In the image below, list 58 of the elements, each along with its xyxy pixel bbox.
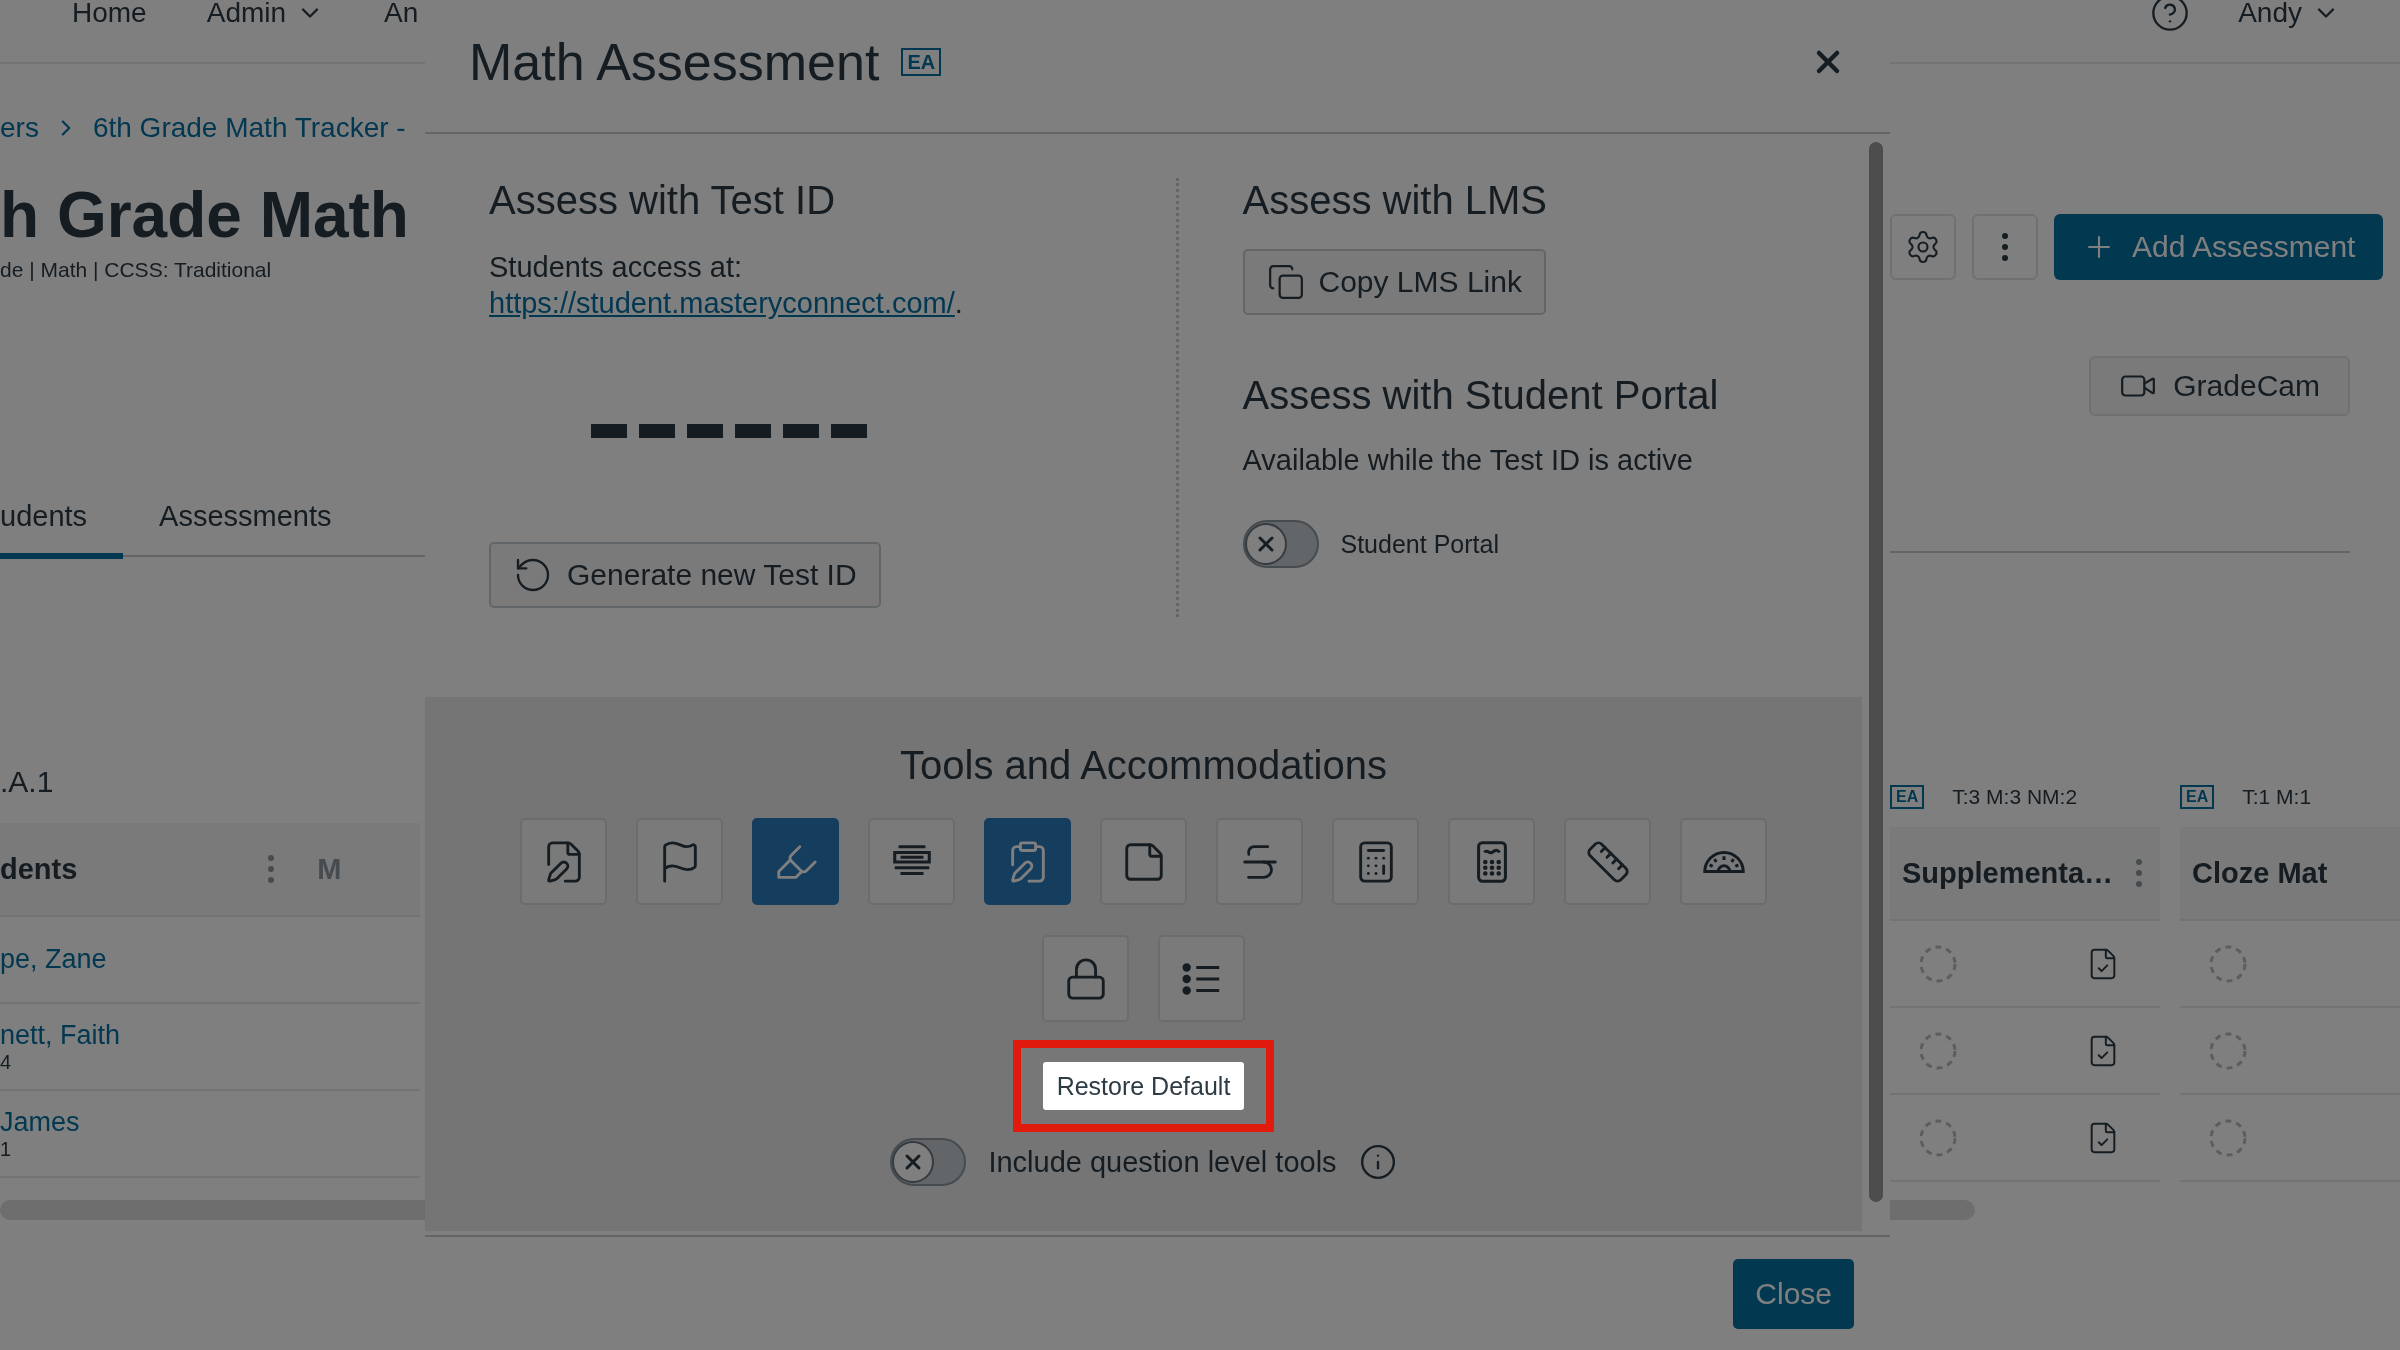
ea-badge: EA bbox=[1890, 785, 1925, 809]
score-counts: T:1 M:1 bbox=[2242, 785, 2312, 809]
access-text: Students access at: https://student.masteryconnect.com/. bbox=[489, 250, 964, 322]
nav-item[interactable]: An bbox=[384, 0, 419, 29]
ea-badge: EA bbox=[901, 48, 942, 76]
page-title: h Grade Math bbox=[0, 178, 409, 252]
empty-score-icon bbox=[2208, 1030, 2248, 1071]
settings-icon bbox=[1905, 229, 1941, 265]
add-assessment-button[interactable]: Add Assessment bbox=[2054, 214, 2384, 280]
copy-lms-link-button[interactable]: Copy LMS Link bbox=[1242, 249, 1546, 315]
student-name[interactable]: James bbox=[0, 1106, 420, 1138]
settings-button[interactable] bbox=[1890, 214, 1956, 280]
standard-code: .A.1 bbox=[0, 765, 55, 799]
score-counts: T:3 M:3 NM:2 bbox=[1952, 785, 2078, 809]
toggle-label: Student Portal bbox=[1340, 529, 1499, 559]
tab[interactable]: udents bbox=[0, 500, 124, 559]
student-link[interactable]: https://student.masteryconnect.com/ bbox=[489, 287, 955, 320]
vertical-scrollbar[interactable] bbox=[1869, 142, 1883, 1202]
empty-score-icon bbox=[1918, 943, 1958, 984]
modal-title: Math Assessment bbox=[469, 32, 880, 92]
student-portal-toggle[interactable] bbox=[1242, 520, 1319, 569]
section-heading: Assess with Student Portal bbox=[1242, 373, 1720, 418]
section-heading: Assess with LMS bbox=[1242, 178, 1549, 223]
close-button[interactable]: Close bbox=[1733, 1258, 1854, 1329]
column-header: dents bbox=[0, 852, 78, 886]
student-name[interactable]: nett, Faith bbox=[0, 1019, 420, 1051]
nav-item[interactable]: Home bbox=[72, 0, 147, 29]
empty-score-icon bbox=[2208, 943, 2248, 984]
tools-heading: Tools and Accommodations bbox=[900, 743, 1387, 788]
column-header: Supplementa… bbox=[1902, 856, 2114, 890]
tool-toggle-button[interactable] bbox=[984, 818, 1071, 905]
empty-score-icon bbox=[1918, 1030, 1958, 1071]
restore-default-button[interactable]: Restore Default bbox=[1042, 1062, 1245, 1110]
breadcrumb-link[interactable]: ers bbox=[0, 112, 39, 144]
nav-item[interactable]: Admin bbox=[206, 0, 325, 29]
column-header: Cloze Mat bbox=[2192, 856, 2328, 890]
kebab-icon bbox=[2001, 232, 2009, 262]
student-id: 4 bbox=[0, 1050, 13, 1074]
user-menu[interactable]: Andy bbox=[2238, 0, 2340, 29]
toggle-label: Include question level tools bbox=[988, 1145, 1337, 1179]
ea-badge: EA bbox=[2180, 785, 2215, 809]
tool-toggle-button[interactable] bbox=[752, 818, 839, 905]
generate-test-id-button[interactable]: Generate new Test ID bbox=[489, 541, 881, 608]
breadcrumb-link[interactable]: 6th Grade Math Tracker - bbox=[92, 112, 406, 144]
tab[interactable]: Assessments bbox=[123, 500, 368, 559]
subtitle-text: de | Math | CCSS: Traditional bbox=[0, 258, 272, 282]
info-icon[interactable] bbox=[1358, 1143, 1397, 1181]
ruler-icon bbox=[1584, 838, 1631, 885]
section-heading: Assess with Test ID bbox=[489, 178, 837, 223]
help-icon[interactable] bbox=[2150, 0, 2191, 33]
gradecam-button[interactable]: GradeCam bbox=[2089, 356, 2350, 416]
empty-score-icon bbox=[1918, 1117, 1958, 1158]
empty-score-icon bbox=[2208, 1117, 2248, 1158]
portal-note: Available while the Test ID is active bbox=[1242, 443, 1694, 478]
student-id: 1 bbox=[0, 1137, 13, 1161]
more-button[interactable] bbox=[1972, 214, 2038, 280]
question-tools-toggle[interactable] bbox=[890, 1138, 967, 1186]
copy-icon bbox=[1266, 263, 1305, 301]
